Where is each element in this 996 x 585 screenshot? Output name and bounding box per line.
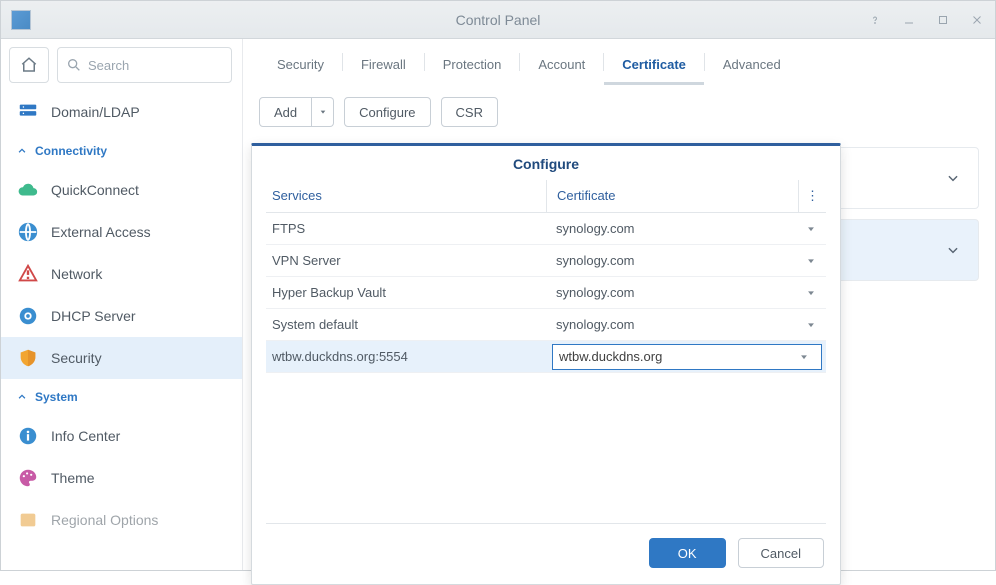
sidebar: Domain/LDAP Connectivity QuickConnect Ex… bbox=[1, 39, 243, 570]
certificate-cell[interactable]: synology.com bbox=[546, 221, 826, 236]
sidebar-item-external-access[interactable]: External Access bbox=[1, 211, 242, 253]
sidebar-item-network[interactable]: Network bbox=[1, 253, 242, 295]
service-cell: Hyper Backup Vault bbox=[266, 285, 546, 300]
regional-icon bbox=[17, 509, 39, 531]
window-title: Control Panel bbox=[1, 12, 995, 28]
sidebar-item-info-center[interactable]: Info Center bbox=[1, 415, 242, 457]
sidebar-item-label: Info Center bbox=[51, 428, 120, 444]
section-label: System bbox=[35, 390, 78, 404]
dialog-title: Configure bbox=[252, 146, 840, 180]
chevron-down-icon bbox=[946, 243, 960, 257]
cancel-button[interactable]: Cancel bbox=[738, 538, 824, 568]
service-cell: wtbw.duckdns.org:5554 bbox=[266, 349, 546, 364]
chevron-up-icon bbox=[17, 392, 27, 402]
tab-protection[interactable]: Protection bbox=[425, 45, 520, 85]
ok-button[interactable]: OK bbox=[649, 538, 726, 568]
table-row[interactable]: wtbw.duckdns.org:5554 wtbw.duckdns.org bbox=[266, 341, 826, 373]
service-cell: VPN Server bbox=[266, 253, 546, 268]
sidebar-item-dhcp-server[interactable]: DHCP Server bbox=[1, 295, 242, 337]
search-input[interactable] bbox=[88, 58, 223, 73]
sidebar-item-label: Security bbox=[51, 350, 102, 366]
certificate-combobox[interactable]: wtbw.duckdns.org bbox=[552, 344, 822, 370]
column-services[interactable]: Services bbox=[266, 180, 546, 212]
certificate-value: synology.com bbox=[556, 285, 802, 300]
tabs: Security Firewall Protection Account Cer… bbox=[243, 39, 995, 85]
toolbar: Add Configure CSR bbox=[243, 85, 995, 137]
section-connectivity[interactable]: Connectivity bbox=[1, 133, 242, 169]
domain-ldap-icon bbox=[17, 101, 39, 123]
sidebar-item-domain-ldap[interactable]: Domain/LDAP bbox=[1, 91, 242, 133]
maximize-button[interactable] bbox=[931, 8, 955, 32]
service-cell: System default bbox=[266, 317, 546, 332]
chevron-down-icon bbox=[946, 171, 960, 185]
tab-certificate[interactable]: Certificate bbox=[604, 45, 704, 85]
sidebar-item-label: Network bbox=[51, 266, 102, 282]
sidebar-item-regional-options[interactable]: Regional Options bbox=[1, 499, 242, 541]
dhcp-icon bbox=[17, 305, 39, 327]
sidebar-item-quickconnect[interactable]: QuickConnect bbox=[1, 169, 242, 211]
app-icon bbox=[11, 10, 31, 30]
minimize-button[interactable] bbox=[897, 8, 921, 32]
column-menu[interactable]: ⋮ bbox=[798, 180, 826, 212]
sidebar-item-label: Theme bbox=[51, 470, 95, 486]
network-icon bbox=[17, 263, 39, 285]
configure-dialog: Configure Services Certificate ⋮ FTPS syn… bbox=[251, 143, 841, 585]
home-button[interactable] bbox=[9, 47, 49, 83]
close-button[interactable] bbox=[965, 8, 989, 32]
sidebar-item-label: DHCP Server bbox=[51, 308, 136, 324]
cloud-icon bbox=[17, 179, 39, 201]
search-icon bbox=[66, 57, 82, 73]
search-field[interactable] bbox=[57, 47, 232, 83]
tab-security[interactable]: Security bbox=[259, 45, 342, 85]
table-row[interactable]: FTPS synology.com bbox=[266, 213, 826, 245]
tab-advanced[interactable]: Advanced bbox=[705, 45, 799, 85]
table-row[interactable]: System default synology.com bbox=[266, 309, 826, 341]
chevron-up-icon bbox=[17, 146, 27, 156]
globe-icon bbox=[17, 221, 39, 243]
dropdown-caret-icon[interactable] bbox=[802, 224, 820, 234]
section-label: Connectivity bbox=[35, 144, 107, 158]
add-button[interactable]: Add bbox=[259, 97, 312, 127]
dropdown-caret-icon[interactable] bbox=[802, 256, 820, 266]
info-icon bbox=[17, 425, 39, 447]
csr-button[interactable]: CSR bbox=[441, 97, 498, 127]
sidebar-item-security[interactable]: Security bbox=[1, 337, 242, 379]
dropdown-caret-icon[interactable] bbox=[795, 352, 813, 362]
sidebar-item-label: Regional Options bbox=[51, 512, 158, 528]
shield-icon bbox=[17, 347, 39, 369]
help-button[interactable] bbox=[863, 8, 887, 32]
certificate-cell[interactable]: synology.com bbox=[546, 285, 826, 300]
certificate-value: synology.com bbox=[556, 317, 802, 332]
titlebar: Control Panel bbox=[1, 1, 995, 39]
sidebar-item-label: QuickConnect bbox=[51, 182, 139, 198]
certificate-value: synology.com bbox=[556, 253, 802, 268]
certificate-cell[interactable]: synology.com bbox=[546, 253, 826, 268]
certificate-value: wtbw.duckdns.org bbox=[559, 349, 795, 364]
sidebar-item-label: Domain/LDAP bbox=[51, 104, 140, 120]
add-dropdown-caret[interactable] bbox=[312, 97, 334, 127]
certificate-cell[interactable]: synology.com bbox=[546, 317, 826, 332]
table-header: Services Certificate ⋮ bbox=[266, 180, 826, 213]
certificate-value: synology.com bbox=[556, 221, 802, 236]
configure-button[interactable]: Configure bbox=[344, 97, 430, 127]
tab-account[interactable]: Account bbox=[520, 45, 603, 85]
content-area: Security Firewall Protection Account Cer… bbox=[243, 39, 995, 570]
dropdown-caret-icon[interactable] bbox=[802, 288, 820, 298]
section-system[interactable]: System bbox=[1, 379, 242, 415]
add-button-split: Add bbox=[259, 97, 334, 127]
sidebar-item-label: External Access bbox=[51, 224, 151, 240]
tab-firewall[interactable]: Firewall bbox=[343, 45, 424, 85]
table-row[interactable]: Hyper Backup Vault synology.com bbox=[266, 277, 826, 309]
palette-icon bbox=[17, 467, 39, 489]
sidebar-item-theme[interactable]: Theme bbox=[1, 457, 242, 499]
service-cell: FTPS bbox=[266, 221, 546, 236]
table-row[interactable]: VPN Server synology.com bbox=[266, 245, 826, 277]
column-certificate[interactable]: Certificate bbox=[546, 180, 798, 212]
dropdown-caret-icon[interactable] bbox=[802, 320, 820, 330]
